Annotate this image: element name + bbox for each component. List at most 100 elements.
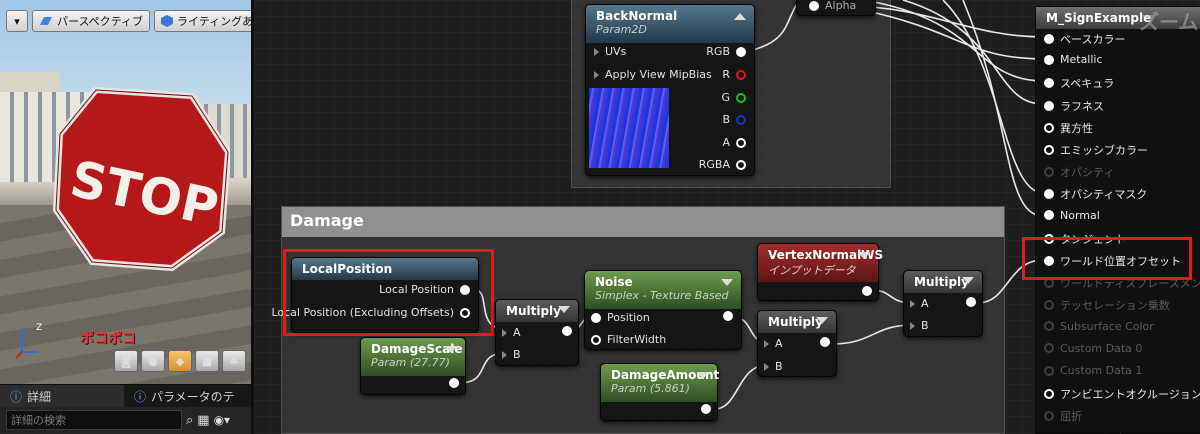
output-pin[interactable] xyxy=(736,92,746,103)
grid-view-icon[interactable]: ▦ xyxy=(197,413,209,428)
noise-node[interactable]: Noise Simplex - Texture Based Position F… xyxy=(584,270,742,350)
output-pin[interactable] xyxy=(701,404,711,414)
preview-cylinder-button[interactable]: ◙ xyxy=(114,350,138,372)
material-result-node[interactable]: M_SignExample ベースカラー Metallic スペキュラ ラフネス 異方性… xyxy=(1035,6,1200,434)
collapse-icon[interactable] xyxy=(962,277,974,284)
output-pin[interactable] xyxy=(562,326,572,336)
result-input-row[interactable]: 屈折 xyxy=(1044,408,1082,424)
multiply-node-2[interactable]: Multiply A B xyxy=(757,310,837,377)
output-pin[interactable] xyxy=(862,286,872,296)
output-label: B xyxy=(722,113,730,126)
input-pin[interactable] xyxy=(1044,100,1054,111)
search-icon[interactable]: ⌕ xyxy=(186,413,193,428)
result-input-row[interactable]: オパシティ xyxy=(1044,164,1114,180)
output-pin[interactable] xyxy=(723,311,733,321)
input-pin[interactable] xyxy=(1044,210,1054,221)
input-label: UVs xyxy=(605,45,627,58)
output-pin[interactable] xyxy=(809,0,819,11)
input-pin[interactable] xyxy=(910,299,915,308)
details-tabs: ⓘ 詳細 ⓘ パラメータのテ xyxy=(0,385,251,407)
input-pin[interactable] xyxy=(591,312,601,323)
input-pin[interactable] xyxy=(1044,321,1054,332)
preview-plane-button[interactable]: ◆ xyxy=(168,350,192,372)
node-title: BackNormal xyxy=(596,9,678,23)
input-pin[interactable] xyxy=(1044,78,1054,89)
input-pin[interactable] xyxy=(1044,34,1054,44)
input-pin[interactable] xyxy=(1044,389,1054,400)
eye-icon[interactable]: ◉▾ xyxy=(214,413,231,427)
input-pin[interactable] xyxy=(1044,343,1054,354)
perspective-button[interactable]: パースペクティブ xyxy=(32,10,151,32)
input-pin[interactable] xyxy=(1044,167,1054,178)
result-input-row[interactable]: スペキュラ xyxy=(1044,75,1114,91)
tab-parameters[interactable]: ⓘ パラメータのテ xyxy=(124,385,248,407)
output-pin[interactable] xyxy=(736,69,746,80)
output-pin[interactable] xyxy=(449,378,459,388)
input-pin[interactable] xyxy=(594,70,599,79)
result-input-label: Custom Data 0 xyxy=(1060,341,1143,355)
damage-scale-node[interactable]: DamageScale Param (27.77) xyxy=(360,337,466,395)
output-pin[interactable] xyxy=(736,159,746,170)
result-input-label: Normal xyxy=(1060,208,1100,222)
output-pin[interactable] xyxy=(820,337,830,347)
output-pin[interactable] xyxy=(736,46,746,57)
result-input-row[interactable]: オパシティマスク xyxy=(1044,186,1147,202)
multiply-node-1[interactable]: Multiply A B xyxy=(495,299,579,366)
input-pin[interactable] xyxy=(910,321,915,330)
input-pin[interactable] xyxy=(502,328,507,337)
input-pin[interactable] xyxy=(594,47,599,56)
preview-cube-button[interactable]: ■ xyxy=(195,350,219,372)
input-pin[interactable] xyxy=(1044,411,1054,422)
node-title: VertexNormalWS xyxy=(768,248,884,262)
output-pin[interactable] xyxy=(736,114,746,125)
result-input-row[interactable]: 異方性 xyxy=(1044,120,1093,136)
input-pin[interactable] xyxy=(1044,189,1054,200)
input-label: A xyxy=(775,337,783,350)
input-pin[interactable] xyxy=(1044,145,1054,155)
result-input-row[interactable]: ピクセル深度オフセット xyxy=(1044,431,1181,434)
collapse-icon[interactable] xyxy=(721,279,733,286)
alpha-output-node[interactable]: Alpha xyxy=(796,0,876,16)
details-search-input[interactable] xyxy=(6,410,182,430)
result-input-row[interactable]: Custom Data 0 xyxy=(1044,342,1142,355)
collapse-icon[interactable] xyxy=(734,13,746,20)
collapse-icon[interactable] xyxy=(816,317,828,324)
collapse-icon[interactable] xyxy=(858,252,870,259)
vertex-normal-node[interactable]: VertexNormalWS インプットデータ xyxy=(757,243,884,301)
viewport[interactable]: STOP ▾ パースペクティブ ライティングあ Z ポコポコ ◙ ● ◆ ■ ♣ xyxy=(0,0,251,384)
input-pin[interactable] xyxy=(502,350,507,359)
lighting-button[interactable]: ライティングあ xyxy=(154,10,251,32)
input-pin[interactable] xyxy=(1044,300,1054,311)
cylinder-icon: ◙ xyxy=(120,354,132,368)
result-input-row[interactable]: ラフネス xyxy=(1044,98,1104,114)
collapse-icon[interactable] xyxy=(697,372,709,379)
tab-details[interactable]: ⓘ 詳細 xyxy=(0,385,124,407)
result-input-row[interactable]: ベースカラー xyxy=(1044,31,1125,47)
node-subtitle: Param (5.861) xyxy=(611,382,690,395)
result-input-row[interactable]: Subsurface Color xyxy=(1044,320,1154,333)
result-input-row[interactable]: エミッシブカラー xyxy=(1044,142,1148,158)
input-pin[interactable] xyxy=(1044,122,1054,133)
result-input-row[interactable]: Metallic xyxy=(1044,53,1103,66)
result-input-row[interactable]: テッセレーション乗数 xyxy=(1044,297,1170,313)
preview-teapot-button[interactable]: ♣ xyxy=(222,350,246,372)
viewport-menu-button[interactable]: ▾ xyxy=(6,10,28,32)
result-input-row[interactable]: Normal xyxy=(1044,209,1100,222)
result-input-row[interactable]: アンビエントオクルージョン xyxy=(1044,386,1200,402)
input-pin[interactable] xyxy=(764,362,769,371)
multiply-node-3[interactable]: Multiply A B xyxy=(903,270,983,337)
result-input-row[interactable]: Custom Data 1 xyxy=(1044,364,1142,377)
output-pin[interactable] xyxy=(736,137,746,148)
collapse-icon[interactable] xyxy=(445,346,457,353)
material-graph[interactable]: Damage Alpha BackNormal Param2D UVs Appl… xyxy=(251,0,1200,434)
output-pin[interactable] xyxy=(966,297,976,307)
input-pin[interactable] xyxy=(591,334,601,345)
input-pin[interactable] xyxy=(1044,365,1054,376)
damage-amount-node[interactable]: DamageAmount Param (5.861) xyxy=(600,363,719,421)
input-pin[interactable] xyxy=(1044,54,1054,65)
perspective-label: パースペクティブ xyxy=(57,15,144,28)
collapse-icon[interactable] xyxy=(558,306,570,313)
input-pin[interactable] xyxy=(764,339,769,348)
preview-sphere-button[interactable]: ● xyxy=(141,350,165,372)
sphere-icon: ● xyxy=(148,354,158,368)
